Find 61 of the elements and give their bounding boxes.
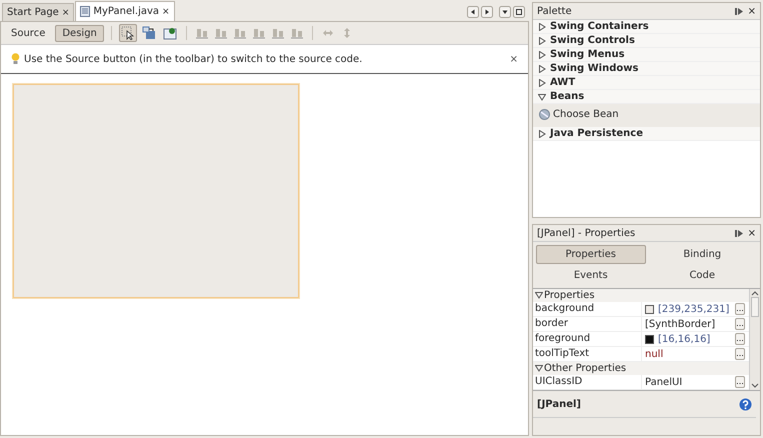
description-title: [JPanel]	[537, 398, 581, 410]
property-name: foreground	[533, 332, 642, 346]
edit-button[interactable]: ...	[735, 318, 745, 330]
edit-button[interactable]: ...	[735, 376, 745, 388]
scroll-left-icon[interactable]	[467, 6, 479, 18]
help-icon[interactable]	[739, 398, 752, 410]
palette-category[interactable]: Swing Controls	[533, 34, 760, 48]
properties-tab[interactable]: Properties	[536, 245, 646, 264]
collapsed-arrow-icon[interactable]	[538, 130, 546, 138]
dropdown-icon[interactable]	[499, 6, 511, 18]
properties-tab[interactable]: Code	[648, 266, 757, 285]
property-value[interactable]: [239,235,231]	[642, 304, 735, 314]
view-toggle-button[interactable]: Design	[55, 24, 104, 42]
property-value[interactable]: [16,16,16]	[642, 334, 735, 344]
expanded-arrow-icon[interactable]	[538, 92, 546, 100]
palette-category[interactable]: Java Persistence	[533, 127, 760, 141]
view-toggle-button[interactable]: Source	[4, 24, 52, 42]
property-value[interactable]: null	[642, 348, 735, 360]
property-name: border	[533, 317, 642, 331]
edit-button[interactable]: ...	[735, 303, 745, 315]
scrollbar[interactable]	[749, 289, 760, 390]
scroll-up-icon[interactable]	[750, 289, 760, 297]
panel-title: [JPanel] - Properties	[537, 228, 636, 238]
selection-tool-icon[interactable]	[118, 24, 137, 42]
close-icon[interactable]: ×	[62, 8, 70, 18]
edit-button[interactable]: ...	[735, 333, 745, 345]
close-icon[interactable]: ×	[510, 54, 518, 64]
scroll-thumb[interactable]	[751, 297, 759, 317]
property-group[interactable]: Properties	[533, 289, 749, 302]
minimize-icon[interactable]	[734, 8, 744, 14]
palette-category[interactable]: Beans	[533, 90, 760, 104]
palette-category[interactable]: Swing Menus	[533, 48, 760, 62]
close-icon[interactable]: ×	[748, 6, 756, 16]
hint-text: Use the Source button (in the toolbar) to switch to the source code.	[24, 54, 362, 64]
tab-label: MyPanel.java	[93, 6, 160, 17]
property-name: background	[533, 302, 642, 316]
close-icon[interactable]: ×	[748, 228, 756, 238]
expanded-arrow-icon[interactable]	[535, 365, 543, 372]
minimize-icon[interactable]	[734, 230, 744, 236]
palette-category[interactable]: Swing Containers	[533, 20, 760, 34]
edit-button[interactable]: ...	[735, 348, 745, 360]
palette-category[interactable]: Swing Windows	[533, 62, 760, 76]
properties-tab[interactable]: Events	[536, 266, 646, 285]
property-name: toolTipText	[533, 347, 642, 361]
panel-title: Palette	[537, 6, 572, 16]
scroll-down-icon[interactable]	[750, 382, 760, 390]
properties-tab[interactable]: Binding	[648, 245, 757, 264]
tab-label: Start Page	[7, 7, 59, 18]
editor-tab[interactable]: Start Page ×	[2, 3, 74, 21]
expanded-arrow-icon[interactable]	[535, 292, 543, 299]
property-group[interactable]: Other Properties	[533, 362, 749, 375]
property-name: UIClassID	[533, 375, 642, 389]
maximize-icon[interactable]	[513, 6, 525, 18]
bean-icon	[539, 109, 550, 120]
scroll-right-icon[interactable]	[481, 6, 493, 18]
close-icon[interactable]: ×	[162, 6, 170, 16]
property-value[interactable]: [SynthBorder]	[642, 318, 735, 330]
editor-tab[interactable]: MyPanel.java ×	[75, 1, 175, 21]
property-value[interactable]: PanelUI	[642, 376, 735, 388]
lightbulb-icon	[11, 53, 20, 65]
palette-category[interactable]: AWT	[533, 76, 760, 90]
